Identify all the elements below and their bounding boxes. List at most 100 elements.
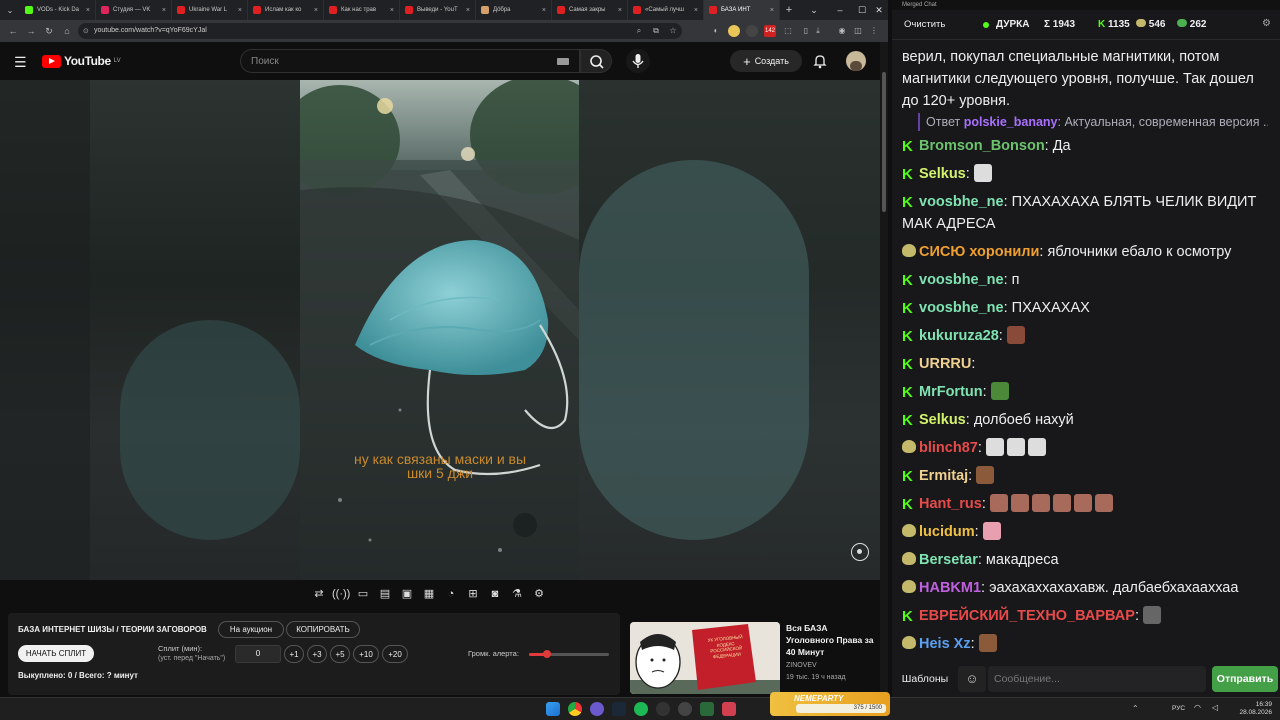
chat-username[interactable]: blinch87: [919, 440, 978, 456]
reload-icon[interactable]: ↻: [40, 26, 58, 37]
extension-yellow-icon[interactable]: [728, 25, 740, 37]
tab-close-icon[interactable]: ×: [618, 7, 622, 14]
increment-button[interactable]: +3: [307, 645, 327, 663]
ratio-icon[interactable]: ▭: [354, 585, 372, 603]
chat-username[interactable]: MrFortun: [919, 384, 983, 400]
increment-button[interactable]: +20: [382, 645, 408, 663]
autoplay-toggle-icon[interactable]: [851, 543, 869, 561]
tab-close-icon[interactable]: ×: [770, 7, 774, 14]
chat-username[interactable]: lucidum: [919, 524, 975, 540]
alert-volume-knob[interactable]: [543, 650, 552, 658]
download-icon[interactable]: ⤓: [812, 25, 824, 37]
tab-9[interactable]: БАЗА ИНТ ×: [704, 0, 780, 20]
search-input[interactable]: Поиск: [240, 49, 580, 73]
extension-dark-icon[interactable]: [746, 25, 758, 37]
tab-1[interactable]: Студия — VK ×: [96, 0, 172, 20]
windows-start-icon[interactable]: [546, 702, 560, 716]
voice-search-button[interactable]: [626, 49, 650, 73]
forward-icon[interactable]: →: [22, 26, 40, 36]
tab-8[interactable]: «Самый лучш ×: [628, 0, 704, 20]
clear-chat-button[interactable]: Очистить: [898, 17, 951, 33]
tab-close-icon[interactable]: ×: [542, 7, 546, 14]
copy-button[interactable]: КОПИРОВАТЬ: [286, 621, 360, 638]
home-icon[interactable]: ⌂: [58, 26, 76, 36]
add-clip-icon[interactable]: ⊞: [464, 585, 482, 603]
chat-username[interactable]: Hant_rus: [919, 496, 982, 512]
tab-5[interactable]: Выведи - YouT ×: [400, 0, 476, 20]
discord-icon[interactable]: [590, 702, 604, 716]
settings-gear-icon[interactable]: ⚙: [530, 585, 548, 603]
site-info-icon[interactable]: ⊙: [83, 27, 89, 35]
hamburger-menu-icon[interactable]: ☰: [14, 54, 27, 71]
github-icon[interactable]: [656, 702, 670, 716]
message-input[interactable]: Сообщение...: [988, 666, 1206, 692]
extensions-puzzle-icon[interactable]: ⬚: [782, 25, 794, 37]
menu-dots-icon[interactable]: ⋮: [868, 25, 880, 37]
tab-list-icon[interactable]: ⌄: [801, 0, 827, 20]
chat-username[interactable]: Selkus: [919, 412, 966, 428]
steam-icon[interactable]: [612, 702, 626, 716]
url-field[interactable]: ⊙ youtube.com/watch?v=qYoF69cYJal: [78, 23, 682, 39]
page-scrollbar[interactable]: [880, 42, 888, 697]
search-icon[interactable]: ⌕: [633, 25, 645, 37]
tray-chevron-icon[interactable]: ⌃: [1132, 704, 1139, 713]
install-icon[interactable]: ⧉: [650, 25, 662, 37]
tab-close-icon[interactable]: ×: [694, 7, 698, 14]
chat-username[interactable]: ЕВРЕЙСКИЙ_ТЕХНО_ВАРВАР: [919, 608, 1135, 624]
split-icon[interactable]: ◫: [852, 25, 864, 37]
tab-close-icon[interactable]: ×: [314, 7, 318, 14]
increment-button[interactable]: +1: [284, 645, 304, 663]
auction-button[interactable]: На аукцион: [218, 621, 284, 638]
extension-badge-icon[interactable]: 142: [764, 25, 776, 37]
audio-wave-icon[interactable]: ((·)): [332, 585, 350, 603]
sidebar-icon[interactable]: ▯: [800, 25, 812, 37]
app-red-icon[interactable]: [722, 702, 736, 716]
film-strip-icon[interactable]: ▦: [420, 585, 438, 603]
speed-gauge-icon[interactable]: ◔: [442, 585, 460, 603]
tab-close-icon[interactable]: ×: [238, 7, 242, 14]
loop-icon[interactable]: ⇄: [310, 585, 328, 603]
chat-username[interactable]: voosbhe_ne: [919, 272, 1004, 288]
tab-close-icon[interactable]: ×: [162, 7, 166, 14]
close-window-button[interactable]: ✕: [866, 0, 888, 20]
alert-volume-slider[interactable]: [529, 650, 609, 658]
chat-username[interactable]: СИСЮ хоронили: [919, 244, 1039, 260]
cinema-icon[interactable]: ▤: [376, 585, 394, 603]
chat-username[interactable]: voosbhe_ne: [919, 300, 1004, 316]
recommended-video[interactable]: УК УГОЛОВНЫЙ КОДЕКС РОССИЙСКОЙ ФЕДЕРАЦИИ…: [630, 622, 880, 694]
recommended-thumbnail[interactable]: УК УГОЛОВНЫЙ КОДЕКС РОССИЙСКОЙ ФЕДЕРАЦИИ: [630, 622, 780, 694]
increment-button[interactable]: +10: [353, 645, 379, 663]
start-split-button[interactable]: НАЧАТЬ СПЛИТ: [18, 645, 94, 662]
tab-7[interactable]: Самая закры ×: [552, 0, 628, 20]
chat-username[interactable]: kukuruza28: [919, 328, 999, 344]
chat-username[interactable]: voosbhe_ne: [919, 194, 1004, 210]
bookmark-star-icon[interactable]: ☆: [667, 25, 679, 37]
tab-0[interactable]: VODs - Kick Da ×: [20, 0, 96, 20]
obs-icon[interactable]: [678, 702, 692, 716]
notifications-bell-icon[interactable]: [812, 53, 828, 74]
keyboard-icon[interactable]: [557, 58, 569, 65]
recommended-title[interactable]: Вся БАЗА Уголовного Права за 40 Минут: [786, 622, 876, 658]
tab-2[interactable]: Ukraine War L ×: [172, 0, 248, 20]
screenshot-icon[interactable]: ◙: [486, 585, 504, 603]
volume-icon[interactable]: ◁: [1212, 703, 1218, 712]
split-minutes-input[interactable]: 0: [235, 645, 281, 663]
tab-search-icon[interactable]: ⌄: [0, 0, 20, 20]
send-button[interactable]: Отправить: [1212, 666, 1278, 692]
tab-close-icon[interactable]: ×: [86, 7, 90, 14]
avatar[interactable]: [846, 51, 866, 71]
chat-username[interactable]: Ermitaj: [919, 468, 968, 484]
spotify-icon[interactable]: [634, 702, 648, 716]
new-tab-button[interactable]: +: [780, 4, 798, 16]
youtube-logo[interactable]: YouTube LV: [42, 54, 121, 68]
profile-icon[interactable]: ◉: [836, 25, 848, 37]
chat-username[interactable]: Selkus: [919, 166, 966, 182]
chat-username[interactable]: Bersetar: [919, 552, 978, 568]
recommended-channel[interactable]: ZINOVEV: [786, 662, 817, 669]
chat-username[interactable]: Heis Xz: [919, 636, 971, 652]
clock[interactable]: 16:39 28.08.2026: [1228, 701, 1272, 717]
network-icon[interactable]: ◠: [1194, 703, 1201, 712]
chat-username[interactable]: URRRU: [919, 356, 971, 372]
pip-icon[interactable]: ▣: [398, 585, 416, 603]
page-scrollbar-thumb[interactable]: [882, 72, 886, 212]
